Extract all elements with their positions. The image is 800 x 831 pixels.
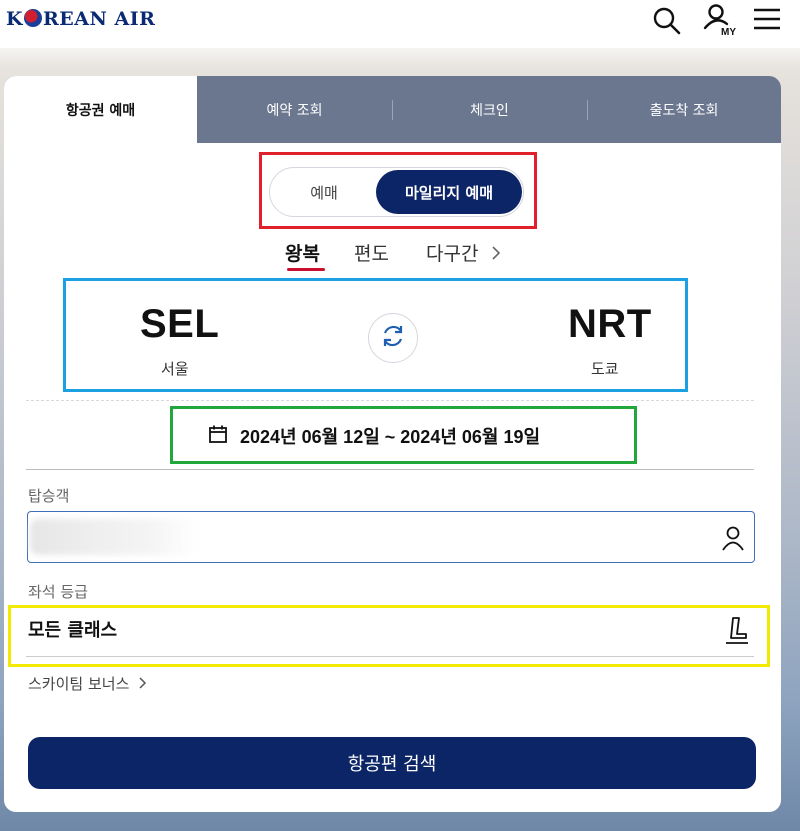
tab-flight-status[interactable]: 출도착 조회 bbox=[587, 76, 781, 143]
tab-my-reservations[interactable]: 예약 조회 bbox=[197, 76, 392, 143]
search-icon[interactable] bbox=[652, 6, 682, 40]
seat-class-label: 좌석 등급 bbox=[28, 583, 88, 601]
person-icon bbox=[721, 525, 745, 555]
booking-tabs: 항공권 예매 예약 조회 체크인 출도착 조회 bbox=[4, 76, 781, 143]
korean-air-logo[interactable]: K REAN AIR bbox=[6, 8, 155, 30]
skyteam-bonus-label: 스카이팀 보너스 bbox=[28, 675, 130, 693]
annotation-box-green bbox=[170, 406, 637, 464]
menu-icon[interactable] bbox=[752, 7, 782, 37]
search-flights-button[interactable]: 항공편 검색 bbox=[28, 737, 756, 789]
passengers-value-blurred bbox=[30, 519, 200, 555]
annotation-box-red bbox=[259, 152, 537, 229]
trip-type-multi-city[interactable]: 다구간 bbox=[426, 239, 501, 266]
passengers-field[interactable] bbox=[27, 511, 755, 563]
passengers-label: 탑승객 bbox=[28, 487, 70, 505]
tab-check-in[interactable]: 체크인 bbox=[392, 76, 587, 143]
selected-trip-indicator bbox=[287, 268, 325, 271]
logo-text-k: K bbox=[6, 8, 24, 30]
section-divider bbox=[26, 400, 754, 401]
section-divider bbox=[26, 469, 754, 470]
multi-city-label: 다구간 bbox=[426, 243, 479, 265]
taeguk-logo-icon bbox=[24, 9, 43, 27]
chevron-right-icon bbox=[138, 675, 147, 693]
tab-book-flight[interactable]: 항공권 예매 bbox=[4, 76, 197, 143]
site-header: K REAN AIR MY bbox=[0, 0, 800, 48]
skyteam-bonus-link[interactable]: 스카이팀 보너스 bbox=[28, 673, 147, 694]
chevron-right-icon bbox=[491, 243, 501, 265]
annotation-box-yellow bbox=[8, 605, 770, 667]
logo-text-rest: REAN AIR bbox=[43, 8, 156, 30]
my-label: MY bbox=[721, 27, 736, 38]
trip-type-one-way[interactable]: 편도 bbox=[354, 239, 389, 266]
annotation-box-blue bbox=[63, 278, 688, 392]
trip-type-round-trip[interactable]: 왕복 bbox=[285, 239, 320, 266]
